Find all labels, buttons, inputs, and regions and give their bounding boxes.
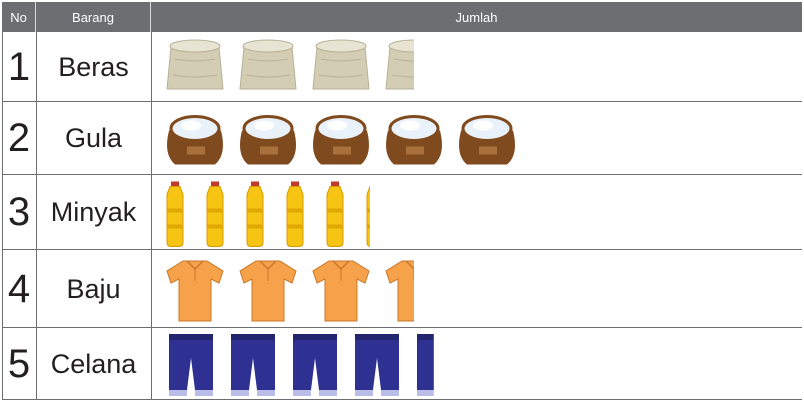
rice-sack-icon <box>166 39 224 90</box>
pants-icon <box>355 334 399 396</box>
shirt-icon <box>385 260 414 322</box>
sugar-sack-icon <box>167 115 223 165</box>
pants-icon <box>293 334 337 396</box>
oil-bottle-icon <box>366 186 370 247</box>
shirt-icon <box>166 260 224 322</box>
sugar-sack-icon <box>313 115 369 165</box>
oil-bottle-icon <box>206 181 224 247</box>
shirt-icon <box>239 260 297 322</box>
rice-sack-icon <box>385 39 414 90</box>
sugar-sack-icon <box>459 115 515 165</box>
oil-bottle-icon <box>286 181 304 247</box>
sugar-sack-icon <box>386 115 442 165</box>
oil-bottle-icon <box>326 181 344 247</box>
oil-bottle-icon <box>246 181 264 247</box>
pictograph-icons <box>166 39 515 396</box>
oil-bottle-icon <box>166 181 184 247</box>
pants-icon <box>169 334 213 396</box>
pictograph-table: No Barang Jumlah 1 Beras 2 Gula 3 Minyak… <box>2 2 802 400</box>
rice-sack-icon <box>239 39 297 90</box>
pants-icon <box>417 334 434 396</box>
pants-icon <box>231 334 275 396</box>
rice-sack-icon <box>312 39 370 90</box>
sugar-sack-icon <box>240 115 296 165</box>
shirt-icon <box>312 260 370 322</box>
